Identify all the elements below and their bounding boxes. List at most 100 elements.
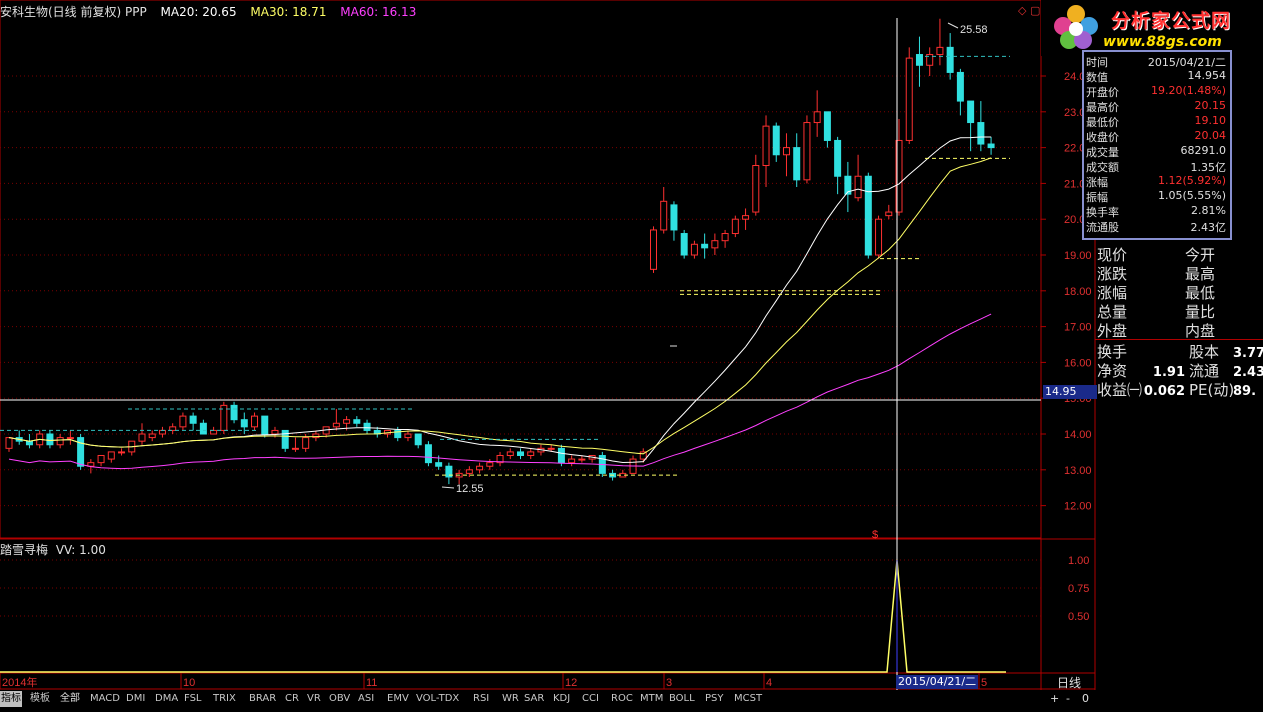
date-label: 12 <box>565 677 577 689</box>
tooltip-label: 开盘价 <box>1086 86 1119 99</box>
quote-row: 外盘 内盘 <box>1097 320 1215 341</box>
candle-body <box>291 447 299 450</box>
ma20-line <box>8 136 992 464</box>
candle-body <box>578 458 586 461</box>
price-tick-label: 13.00 <box>1064 465 1092 477</box>
indicator-tab[interactable]: 模板 <box>30 691 50 707</box>
indicator-name: 踏雪寻梅 <box>0 543 49 557</box>
indicator-tab[interactable]: DMI <box>126 691 145 707</box>
indicator-tab[interactable]: MTM <box>640 691 663 707</box>
stat-row: 换手 股本 3.77亿 <box>1097 341 1263 362</box>
stat-label: 流通 <box>1189 362 1220 380</box>
candle-body <box>424 444 432 464</box>
quote-row: 涨跌 最高 <box>1097 263 1215 284</box>
tooltip-label: 最低价 <box>1086 116 1119 129</box>
stat-label: 净资 <box>1097 362 1128 380</box>
indicator-tab-bar: 指标 模板 全部 MACD DMI DMA FSL TRIX BRAR CR VR OBV ASI EMV… <box>0 690 1263 708</box>
ma30-label: MA30: 18.71 <box>250 5 327 19</box>
indicator-tab[interactable]: RSI <box>473 691 489 707</box>
indicator-tab[interactable]: 全部 <box>60 691 80 707</box>
indicator-tab[interactable]: VR <box>307 691 321 707</box>
nav-zero[interactable]: 0 <box>1082 692 1089 705</box>
stat-label: PE(动) <box>1189 381 1235 399</box>
tooltip-value: 14.954 <box>1187 69 1227 82</box>
tooltip-row: 成交额 1.35亿 <box>1086 159 1228 174</box>
indicator-tab[interactable]: FSL <box>184 691 202 707</box>
nav-minus[interactable]: - <box>1066 692 1070 705</box>
quote-label: 外盘 <box>1097 322 1128 340</box>
stat-value: 2.43亿 <box>1233 365 1263 380</box>
candle-body <box>915 54 923 66</box>
date-label: 5 <box>981 677 987 689</box>
tooltip-row: 时间 2015/04/21/二 <box>1086 54 1228 69</box>
nav-plus[interactable]: + <box>1050 692 1059 705</box>
tooltip-row: 换手率 2.81% <box>1086 204 1228 219</box>
candle-body <box>711 240 719 249</box>
candle-body <box>5 437 13 449</box>
indicator-tab[interactable]: BRAR <box>249 691 276 707</box>
indicator-tab[interactable]: CR <box>285 691 299 707</box>
tooltip-row: 流通股 2.43亿 <box>1086 219 1228 234</box>
tooltip-label: 流通股 <box>1086 221 1119 234</box>
indicator-tab[interactable]: KDJ <box>553 691 570 707</box>
date-label: 2014年 <box>2 675 37 689</box>
date-label: 10 <box>183 677 195 689</box>
candle-body <box>905 57 913 141</box>
indicator-tab[interactable]: ASI <box>358 691 374 707</box>
indicator-tab[interactable]: VOL-TDX <box>416 691 459 707</box>
quote-label: 量比 <box>1185 303 1216 321</box>
candle-body <box>210 429 218 435</box>
stat-label: 股本 <box>1189 343 1220 361</box>
price-cursor-value: 14.95 <box>1043 385 1097 399</box>
stat-value: 3.77亿 <box>1233 346 1263 361</box>
indicator-tab[interactable]: MCST <box>734 691 762 707</box>
indicator-tab[interactable]: MACD <box>90 691 120 707</box>
expand-icon[interactable]: ▢ <box>1030 4 1040 17</box>
chart-canvas[interactable]: 24.0023.0022.0021.0020.0019.0018.0017.00… <box>0 0 1263 712</box>
indicator-tab[interactable]: DMA <box>155 691 178 707</box>
low-price-pointer <box>441 486 455 489</box>
indicator-tab[interactable]: ROC <box>611 691 633 707</box>
price-tick-label: 16.00 <box>1064 357 1092 369</box>
candle-body <box>179 415 187 428</box>
tooltip-label: 涨幅 <box>1086 176 1108 189</box>
stat-value: 0.062 <box>1143 384 1185 399</box>
indicator-tab[interactable]: 指标 <box>0 691 22 707</box>
candle-body <box>363 422 371 431</box>
candle-body <box>568 458 576 464</box>
stat-value: 89. <box>1233 384 1257 399</box>
candle-body <box>670 204 678 231</box>
candle-body <box>506 451 514 456</box>
candle-body <box>762 125 770 167</box>
period-label[interactable]: 日线 <box>1057 674 1081 691</box>
candle-body <box>987 143 995 149</box>
candle-body <box>557 447 565 464</box>
date-label: 3 <box>666 677 672 689</box>
indicator-tab[interactable]: PSY <box>705 691 724 707</box>
indicator-tab[interactable]: WR <box>502 691 519 707</box>
indicator-tab[interactable]: EMV <box>387 691 409 707</box>
candle-body <box>721 233 729 242</box>
indicator-tab[interactable]: BOLL <box>669 691 695 707</box>
candle-body <box>230 404 238 421</box>
indicator-tick-label: 1.00 <box>1068 555 1089 567</box>
tooltip-value: 2015/04/21/二 <box>1147 56 1226 69</box>
indicator-tab[interactable]: SAR <box>524 691 544 707</box>
candle-body <box>977 122 985 145</box>
quote-row: 涨幅 最低 <box>1097 282 1215 303</box>
quote-label: 最低 <box>1185 284 1216 302</box>
diamond-icon[interactable]: ◇ <box>1018 4 1026 17</box>
candle-body <box>486 462 494 467</box>
candle-body <box>261 415 269 435</box>
candle-body <box>875 218 883 256</box>
tooltip-row: 开盘价 19.20(1.48%) <box>1086 84 1228 99</box>
indicator-tab[interactable]: OBV <box>329 691 350 707</box>
candle-body <box>465 469 473 474</box>
price-tick-label: 17.00 <box>1064 322 1092 334</box>
candle-body <box>649 229 657 270</box>
quote-label: 涨幅 <box>1097 284 1128 302</box>
candle-body <box>660 200 668 231</box>
indicator-tab[interactable]: TRIX <box>213 691 236 707</box>
candle-body <box>158 429 166 435</box>
indicator-tab[interactable]: CCI <box>582 691 599 707</box>
